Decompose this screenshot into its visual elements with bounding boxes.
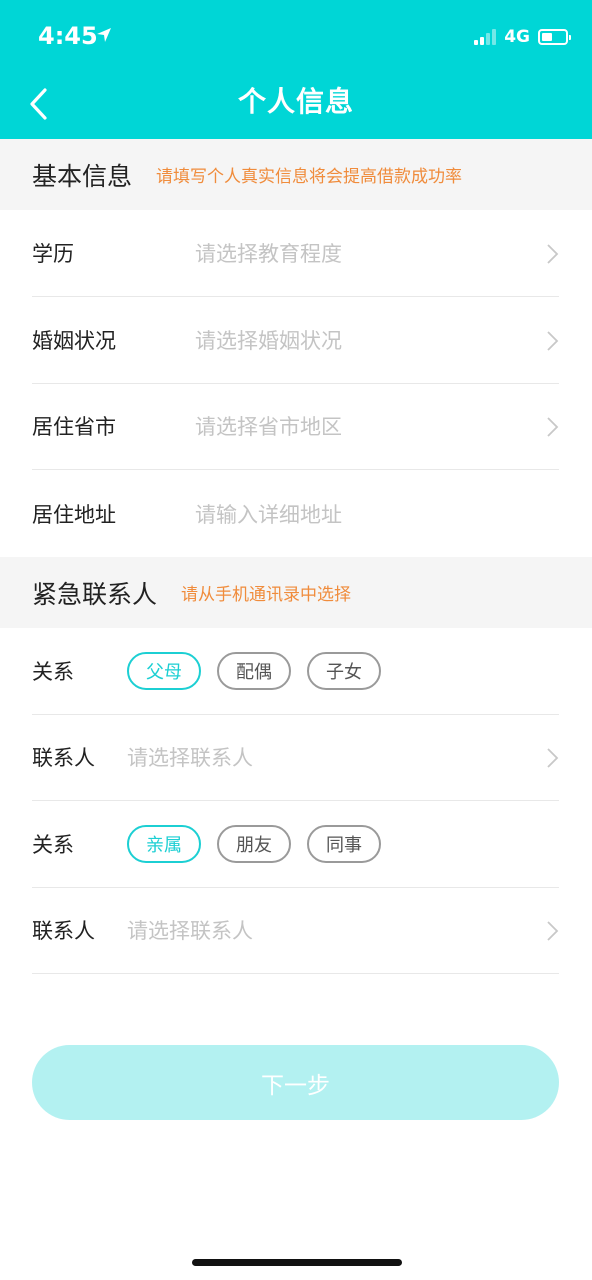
contact-label: 联系人: [32, 919, 95, 943]
address-field[interactable]: 居住地址 请输入详细地址: [32, 470, 559, 557]
chevron-right-icon: [547, 921, 559, 941]
section-header-basic: 基本信息 请填写个人真实信息将会提高借款成功率: [0, 139, 592, 210]
field-placeholder: 请选择教育程度: [195, 242, 342, 266]
network-type: 4G: [504, 27, 530, 47]
page-title: 个人信息: [237, 85, 354, 118]
next-step-button[interactable]: 下一步: [32, 1045, 559, 1120]
relation-chip-friends[interactable]: 朋友: [217, 825, 291, 863]
contact-placeholder: 请选择联系人: [127, 919, 253, 943]
home-indicator[interactable]: [192, 1259, 402, 1266]
chevron-right-icon: [547, 417, 559, 437]
location-arrow-icon: [97, 28, 111, 42]
contact-field-1[interactable]: 联系人 请选择联系人: [32, 714, 559, 801]
province-city-field[interactable]: 居住省市 请选择省市地区: [32, 383, 559, 470]
chevron-right-icon: [547, 331, 559, 351]
cellular-signal-icon: [474, 29, 497, 45]
relation-chip-colleagues[interactable]: 同事: [307, 825, 381, 863]
relation-chip-spouse[interactable]: 配偶: [217, 652, 291, 690]
relation-row-2: 关系 亲属 朋友 同事: [32, 801, 559, 888]
education-field[interactable]: 学历 请选择教育程度: [32, 210, 559, 297]
address-input[interactable]: 请输入详细地址: [195, 499, 342, 529]
contact-placeholder: 请选择联系人: [127, 746, 253, 770]
header-bar: 4:45 4G 个人信息: [0, 0, 592, 139]
marital-status-field[interactable]: 婚姻状况 请选择婚姻状况: [32, 297, 559, 384]
relation-label: 关系: [32, 833, 74, 857]
contact-field-2[interactable]: 联系人 请选择联系人: [32, 887, 559, 974]
status-time: 4:45: [38, 22, 98, 50]
relation-chip-children[interactable]: 子女: [307, 652, 381, 690]
relation-options-2: 亲属 朋友 同事: [127, 825, 381, 863]
section-hint: 请从手机通讯录中选择: [181, 585, 352, 605]
field-label: 居住省市: [32, 415, 116, 439]
relation-options-1: 父母 配偶 子女: [127, 652, 381, 690]
section-header-emergency: 紧急联系人 请从手机通讯录中选择: [0, 557, 592, 628]
section-title: 紧急联系人: [32, 579, 158, 609]
chevron-right-icon: [547, 244, 559, 264]
section-title: 基本信息: [32, 161, 133, 191]
field-label: 学历: [32, 242, 74, 266]
relation-chip-relatives[interactable]: 亲属: [127, 825, 201, 863]
battery-icon: [538, 29, 571, 45]
section-hint: 请填写个人真实信息将会提高借款成功率: [156, 167, 463, 187]
relation-chip-parents[interactable]: 父母: [127, 652, 201, 690]
field-placeholder: 请选择婚姻状况: [195, 329, 342, 353]
field-label: 婚姻状况: [32, 329, 116, 353]
relation-row-1: 关系 父母 配偶 子女: [32, 628, 559, 715]
field-label: 居住地址: [32, 502, 116, 527]
status-indicators: 4G: [474, 24, 571, 50]
chevron-right-icon: [547, 748, 559, 768]
relation-label: 关系: [32, 660, 74, 684]
field-placeholder: 请选择省市地区: [195, 415, 342, 439]
contact-label: 联系人: [32, 746, 95, 770]
